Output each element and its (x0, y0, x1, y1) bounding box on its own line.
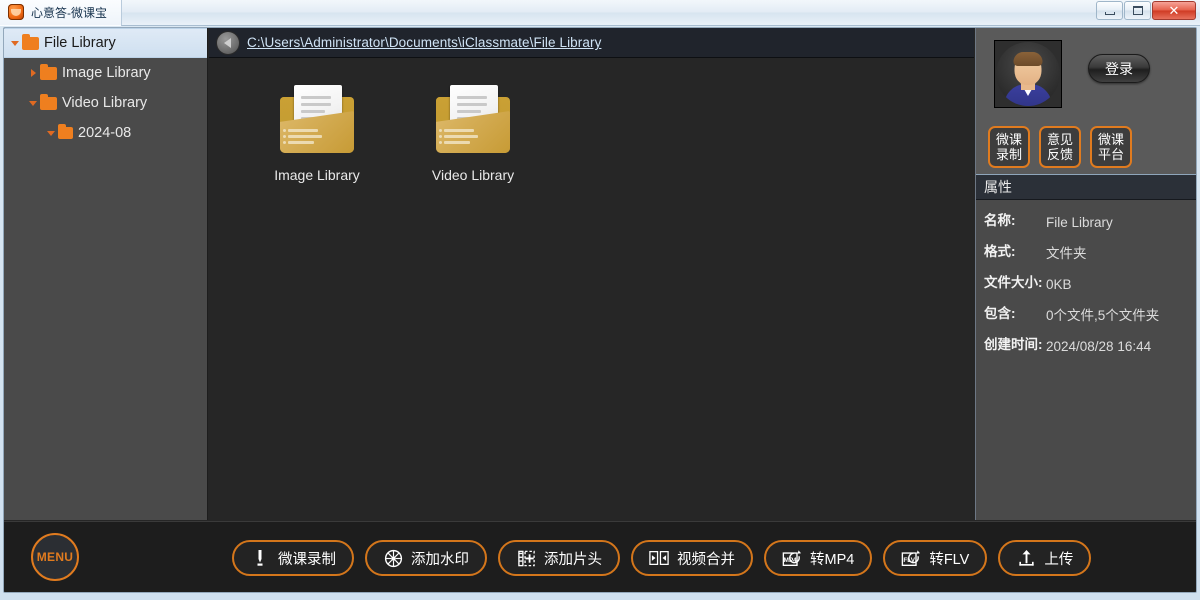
watermark-wheel-icon (383, 548, 403, 568)
merge-video-button[interactable]: 视频合并 (631, 540, 753, 576)
folder-icon (40, 93, 57, 110)
convert-flv-button[interactable]: FLV 转FLV (883, 540, 988, 576)
file-item-image-library[interactable]: Image Library (239, 81, 395, 187)
microlesson-platform-button[interactable]: 微课 平台 (1090, 126, 1132, 168)
window-controls: ✕ (1095, 1, 1196, 20)
sidebar-item-label: Video Library (62, 95, 148, 111)
button-label-line2: 平台 (1097, 147, 1124, 162)
property-key: 名称: (984, 213, 1016, 228)
file-browser-content: Image Library Video Library (209, 59, 974, 520)
application-window: 心意答-微课宝 ✕ File Library Image Library Vid… (0, 0, 1200, 600)
add-intro-icon (516, 548, 536, 568)
toolbar-button-label: 转FLV (929, 551, 970, 568)
expander-icon[interactable] (44, 130, 58, 136)
property-key: 包含: (984, 306, 1016, 321)
menu-button[interactable]: MENU (31, 533, 79, 581)
properties-header: 属性 (976, 174, 1196, 200)
convert-flv-icon: FLV (901, 548, 921, 568)
right-panel: 登录 微课 录制 意见 反馈 微课 平台 属性 名称: File Library… (975, 28, 1196, 520)
button-label-line2: 反馈 (1046, 147, 1073, 162)
property-key: 文件大小: (984, 275, 1043, 290)
sidebar-item-2024-08[interactable]: 2024-08 (4, 118, 207, 148)
app-logo-icon (8, 4, 24, 20)
title-bar: 心意答-微课宝 ✕ (0, 0, 1200, 26)
file-item-video-library[interactable]: Video Library (395, 81, 551, 187)
sidebar-item-label: 2024-08 (78, 125, 132, 141)
file-item-label: Image Library (274, 167, 360, 183)
path-bar: C:\Users\Administrator\Documents\iClassm… (209, 28, 974, 58)
folder-document-icon (276, 85, 358, 155)
record-pen-icon (250, 548, 270, 568)
toolbar-button-label: 微课录制 (278, 551, 336, 568)
properties-list: 名称: File Library 格式: 文件夹 文件大小: 0KB 包含: 0… (976, 200, 1196, 367)
feedback-button[interactable]: 意见 反馈 (1039, 126, 1081, 168)
property-row-created: 创建时间: 2024/08/28 16:44 (976, 336, 1196, 367)
minimize-button[interactable] (1096, 1, 1123, 20)
maximize-icon (1132, 6, 1143, 15)
main-frame: File Library Image Library Video Library… (3, 27, 1197, 593)
close-icon: ✕ (1168, 3, 1180, 18)
property-row-size: 文件大小: 0KB (976, 274, 1196, 305)
folder-document-icon (432, 85, 514, 155)
property-key: 创建时间: (984, 337, 1043, 352)
toolbar-button-label: 添加片头 (544, 551, 602, 568)
user-avatar-icon (996, 42, 1060, 106)
avatar[interactable] (994, 40, 1062, 108)
property-value: 0个文件,5个文件夹 (1046, 308, 1160, 323)
toolbar-button-label: 添加水印 (411, 551, 469, 568)
folder-icon (22, 33, 39, 50)
login-button[interactable]: 登录 (1088, 54, 1150, 83)
toolbar-button-label: 上传 (1044, 551, 1074, 568)
button-label-line1: 意见 (1046, 132, 1073, 147)
bottom-toolbar: MENU 微课录制 添加水印 添加片头 视频合并 MP4 转MP4 FLV 转F… (4, 521, 1196, 592)
property-row-format: 格式: 文件夹 (976, 243, 1196, 274)
property-row-name: 名称: File Library (976, 212, 1196, 243)
sidebar-item-file-library[interactable]: File Library (4, 28, 207, 58)
back-arrow-icon[interactable] (217, 31, 239, 54)
upload-button[interactable]: 上传 (998, 540, 1092, 576)
record-microlesson-button[interactable]: 微课 录制 (988, 126, 1030, 168)
toolbar-button-row: 微课录制 添加水印 添加片头 视频合并 MP4 转MP4 FLV 转FLV 上传 (232, 540, 1092, 576)
expander-icon[interactable] (8, 40, 22, 46)
sidebar-item-label: File Library (44, 35, 116, 51)
property-value: File Library (1046, 215, 1113, 230)
maximize-button[interactable] (1124, 1, 1151, 20)
button-label-line1: 微课 (995, 132, 1022, 147)
file-grid: Image Library Video Library (239, 81, 974, 187)
folder-tree-sidebar[interactable]: File Library Image Library Video Library… (4, 28, 208, 520)
sidebar-item-video-library[interactable]: Video Library (4, 88, 207, 118)
property-value: 2024/08/28 16:44 (1046, 339, 1152, 354)
minimize-icon (1104, 11, 1115, 15)
expander-icon[interactable] (26, 69, 40, 77)
convert-mp4-icon: MP4 (782, 548, 802, 568)
property-key: 格式: (984, 244, 1016, 259)
folder-icon (58, 124, 73, 139)
account-section: 登录 微课 录制 意见 反馈 微课 平台 (976, 28, 1196, 174)
property-row-contains: 包含: 0个文件,5个文件夹 (976, 305, 1196, 336)
property-value: 文件夹 (1046, 246, 1087, 261)
breadcrumb-path[interactable]: C:\Users\Administrator\Documents\iClassm… (247, 35, 601, 50)
upload-icon (1016, 548, 1036, 568)
merge-video-icon (649, 548, 669, 568)
window-title-tab[interactable]: 心意答-微课宝 (0, 0, 122, 26)
add-intro-button[interactable]: 添加片头 (498, 540, 620, 576)
toolbar-button-label: 转MP4 (810, 551, 855, 568)
expander-icon[interactable] (26, 100, 40, 106)
add-watermark-button[interactable]: 添加水印 (365, 540, 487, 576)
button-label-line1: 微课 (1097, 132, 1124, 147)
account-button-row: 微课 录制 意见 反馈 微课 平台 (988, 126, 1132, 168)
window-title: 心意答-微课宝 (31, 5, 107, 20)
convert-mp4-button[interactable]: MP4 转MP4 (764, 540, 873, 576)
record-microlesson-toolbar-button[interactable]: 微课录制 (232, 540, 354, 576)
file-item-label: Video Library (431, 167, 515, 183)
button-label-line2: 录制 (995, 147, 1022, 162)
sidebar-item-label: Image Library (62, 65, 151, 81)
property-value: 0KB (1046, 277, 1072, 292)
folder-icon (40, 63, 57, 80)
toolbar-button-label: 视频合并 (677, 551, 735, 568)
close-button[interactable]: ✕ (1152, 1, 1196, 20)
sidebar-item-image-library[interactable]: Image Library (4, 58, 207, 88)
